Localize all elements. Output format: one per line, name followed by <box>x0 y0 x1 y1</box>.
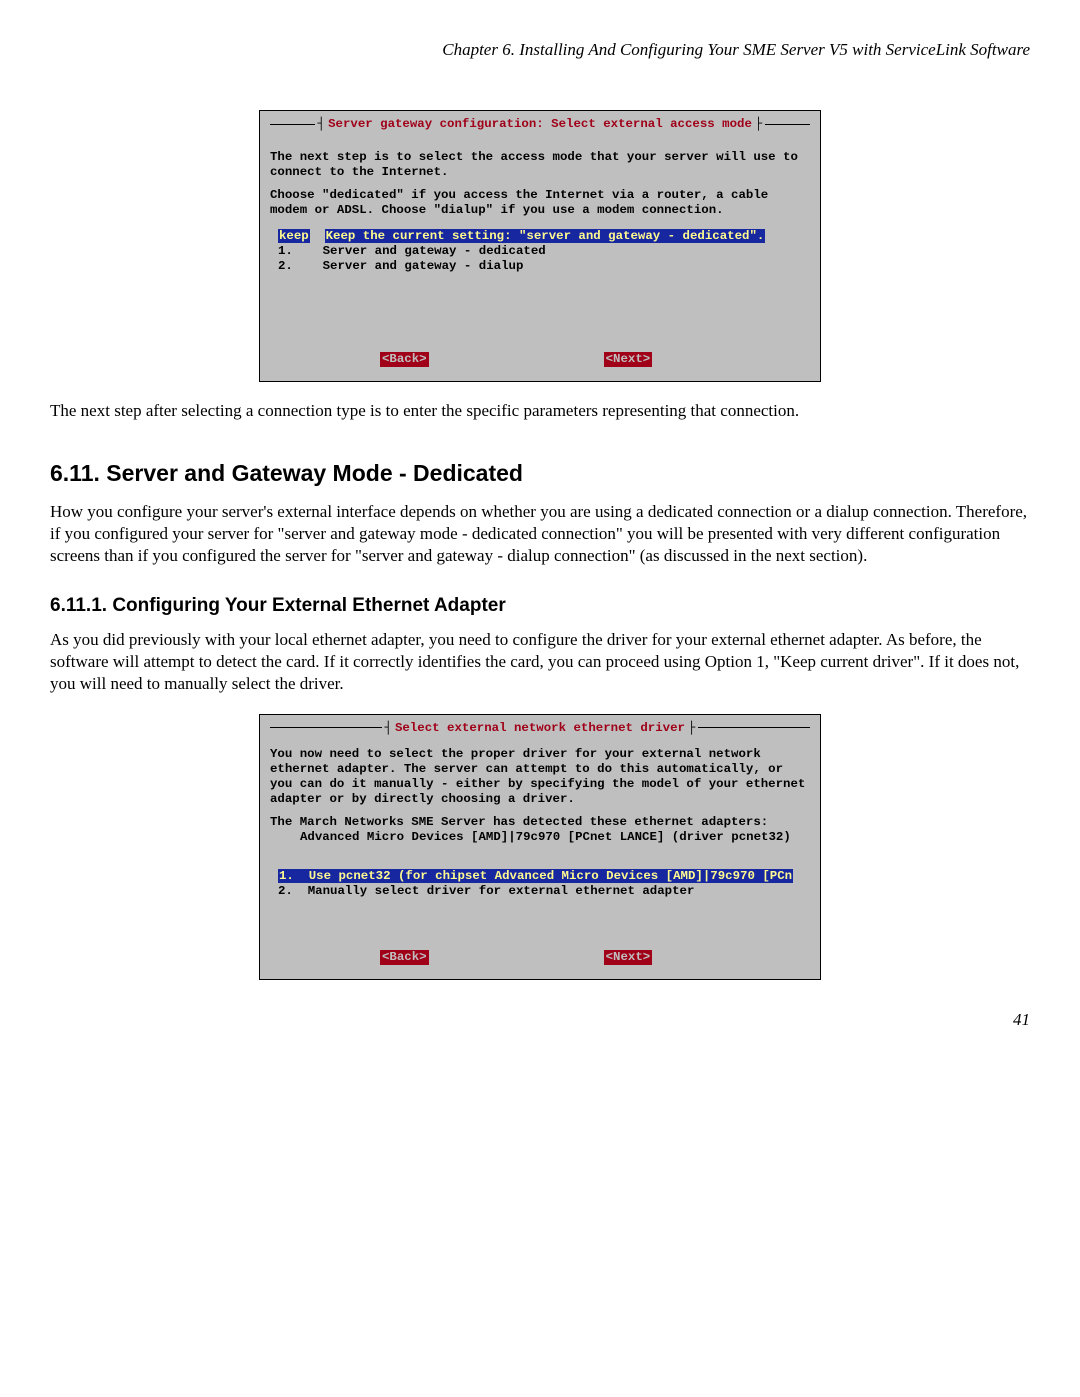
dialog-text-1: The next step is to select the access mo… <box>270 150 810 180</box>
box-cap-left: ┤ <box>315 117 328 132</box>
caption-text-1: The next step after selecting a connecti… <box>50 400 1030 422</box>
dialog-title: Server gateway configuration: Select ext… <box>328 117 752 132</box>
subsection-paragraph: As you did previously with your local et… <box>50 629 1030 695</box>
dialog-text-1: You now need to select the proper driver… <box>270 747 810 807</box>
dialog-text-2: Choose "dedicated" if you access the Int… <box>270 188 810 218</box>
section-heading: 6.11. Server and Gateway Mode - Dedicate… <box>50 460 1030 487</box>
section-paragraph: How you configure your server's external… <box>50 501 1030 567</box>
back-button[interactable]: <Back> <box>380 352 429 367</box>
dialog-title: Select external network ethernet driver <box>395 721 685 736</box>
screenshot-gateway-config: ┤ Server gateway configuration: Select e… <box>259 110 821 382</box>
screenshot-ethernet-driver: ┤ Select external network ethernet drive… <box>259 714 821 981</box>
page-number: 41 <box>50 1010 1030 1030</box>
dialog-text-2: The March Networks SME Server has detect… <box>270 815 810 845</box>
chapter-header: Chapter 6. Installing And Configuring Yo… <box>50 30 1030 110</box>
box-cap-left: ┤ <box>382 721 395 736</box>
menu-item-keep[interactable]: keep Keep the current setting: "server a… <box>278 229 810 244</box>
menu-item-manual-select[interactable]: 2. Manually select driver for external e… <box>278 884 810 899</box>
box-cap-right: ├ <box>685 721 698 736</box>
back-button[interactable]: <Back> <box>380 950 429 965</box>
menu-item-dialup[interactable]: 2. Server and gateway - dialup <box>278 259 810 274</box>
next-button[interactable]: <Next> <box>604 950 653 965</box>
next-button[interactable]: <Next> <box>604 352 653 367</box>
menu-item-use-pcnet32[interactable]: 1. Use pcnet32 (for chipset Advanced Mic… <box>278 869 810 884</box>
menu-item-dedicated[interactable]: 1. Server and gateway - dedicated <box>278 244 810 259</box>
box-cap-right: ├ <box>752 117 765 132</box>
subsection-heading: 6.11.1. Configuring Your External Ethern… <box>50 595 1030 617</box>
